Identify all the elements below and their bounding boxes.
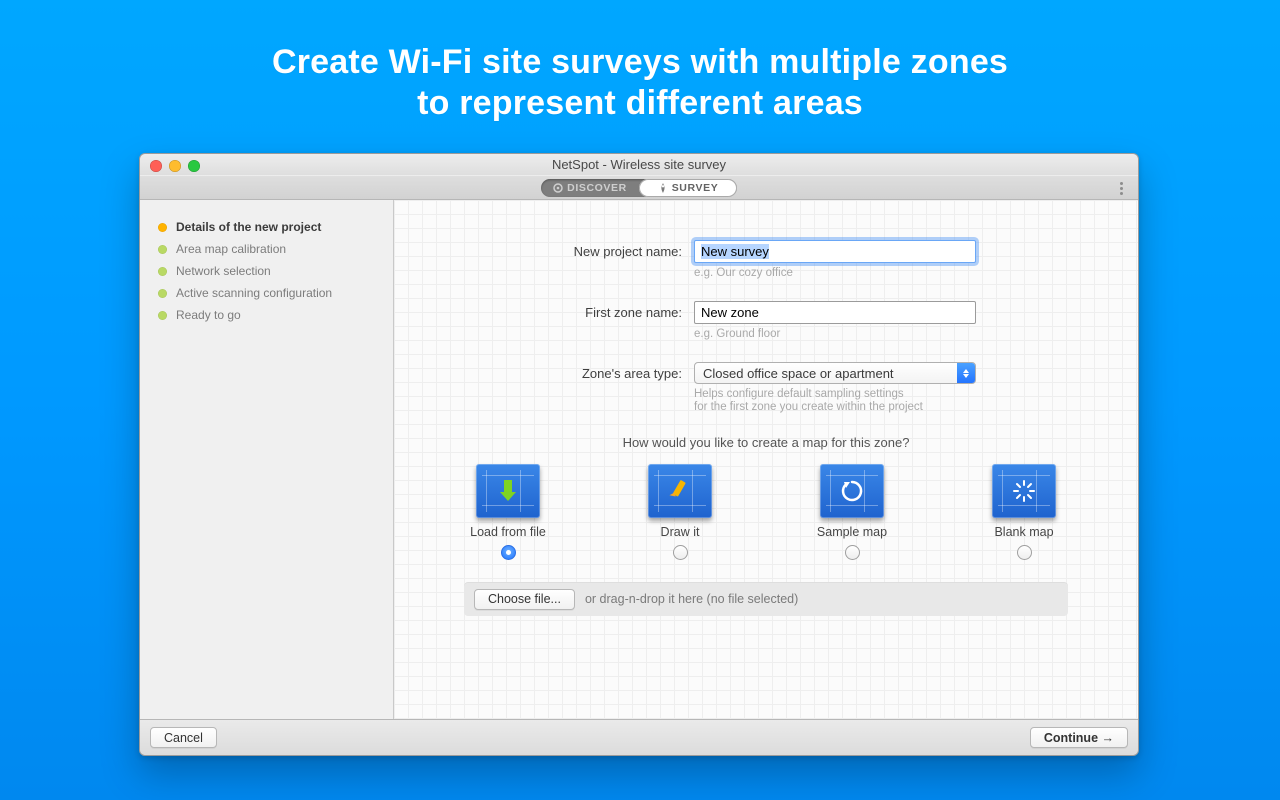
step-active-scanning[interactable]: Active scanning configuration: [158, 286, 375, 300]
choice-blank-map[interactable]: Blank map: [969, 464, 1079, 560]
area-type-hint: Helps configure default sampling setting…: [694, 388, 994, 400]
window-title: NetSpot - Wireless site survey: [140, 157, 1138, 172]
area-type-label: Zone's area type:: [394, 362, 694, 381]
mode-survey-tab[interactable]: SURVEY: [639, 179, 737, 197]
blank-map-icon: [992, 464, 1056, 518]
app-window: NetSpot - Wireless site survey DISCOVER …: [139, 153, 1139, 756]
wizard-footer: Cancel Continue →: [140, 719, 1138, 755]
step-network-selection[interactable]: Network selection: [158, 264, 375, 278]
area-type-value: Closed office space or apartment: [695, 363, 957, 383]
load-from-file-icon: [476, 464, 540, 518]
zone-name-hint: e.g. Ground floor: [694, 328, 994, 340]
choice-label: Sample map: [797, 525, 907, 539]
mode-discover-tab[interactable]: DISCOVER: [541, 179, 639, 197]
step-bullet-icon: [158, 311, 167, 320]
file-drop-zone[interactable]: Choose file... or drag-n-drop it here (n…: [464, 582, 1068, 616]
hero-line-2: to represent different areas: [272, 83, 1008, 124]
hero-line-1: Create Wi-Fi site surveys with multiple …: [272, 42, 1008, 83]
step-bullet-icon: [158, 267, 167, 276]
area-type-hint-2: for the first zone you create within the…: [694, 401, 994, 413]
wizard-steps-sidebar: Details of the new project Area map cali…: [140, 200, 394, 719]
zone-name-input[interactable]: [694, 301, 976, 324]
choice-label: Load from file: [453, 525, 563, 539]
continue-button[interactable]: Continue →: [1030, 727, 1128, 748]
step-map-calibration[interactable]: Area map calibration: [158, 242, 375, 256]
choice-label: Draw it: [625, 525, 735, 539]
project-name-label: New project name:: [394, 240, 694, 259]
choice-radio[interactable]: [845, 545, 860, 560]
choice-label: Blank map: [969, 525, 1079, 539]
more-menu-button[interactable]: [1114, 180, 1128, 196]
step-label: Ready to go: [176, 308, 241, 322]
map-source-prompt: How would you like to create a map for t…: [394, 435, 1138, 450]
choice-draw-it[interactable]: Draw it: [625, 464, 735, 560]
mode-discover-label: DISCOVER: [567, 182, 627, 194]
step-ready[interactable]: Ready to go: [158, 308, 375, 322]
step-label: Area map calibration: [176, 242, 286, 256]
step-label: Details of the new project: [176, 220, 321, 234]
choice-radio[interactable]: [501, 545, 516, 560]
choice-load-from-file[interactable]: Load from file: [453, 464, 563, 560]
mode-survey-label: SURVEY: [672, 182, 719, 194]
sample-map-icon: [820, 464, 884, 518]
mode-segmented-control: DISCOVER SURVEY: [541, 179, 737, 197]
file-drop-hint: or drag-n-drop it here (no file selected…: [585, 592, 798, 606]
choice-radio[interactable]: [1017, 545, 1032, 560]
choose-file-button[interactable]: Choose file...: [474, 589, 575, 610]
draw-it-icon: [648, 464, 712, 518]
mode-toolbar: DISCOVER SURVEY: [140, 176, 1138, 200]
marketing-headline: Create Wi-Fi site surveys with multiple …: [272, 42, 1008, 124]
step-project-details[interactable]: Details of the new project: [158, 220, 375, 234]
area-type-select[interactable]: Closed office space or apartment: [694, 362, 976, 384]
map-source-choices: Load from file Draw it: [394, 464, 1138, 560]
step-label: Active scanning configuration: [176, 286, 332, 300]
step-bullet-icon: [158, 245, 167, 254]
wizard-form: New project name: e.g. Our cozy office F…: [394, 200, 1138, 719]
choice-radio[interactable]: [673, 545, 688, 560]
step-label: Network selection: [176, 264, 271, 278]
survey-icon: [658, 183, 668, 193]
project-name-input[interactable]: [694, 240, 976, 263]
choice-sample-map[interactable]: Sample map: [797, 464, 907, 560]
project-name-hint: e.g. Our cozy office: [694, 267, 994, 279]
step-bullet-icon: [158, 289, 167, 298]
cancel-button[interactable]: Cancel: [150, 727, 217, 748]
title-bar: NetSpot - Wireless site survey: [140, 154, 1138, 176]
discover-icon: [553, 183, 563, 193]
step-bullet-icon: [158, 223, 167, 232]
zone-name-label: First zone name:: [394, 301, 694, 320]
select-arrows-icon: [957, 363, 975, 383]
